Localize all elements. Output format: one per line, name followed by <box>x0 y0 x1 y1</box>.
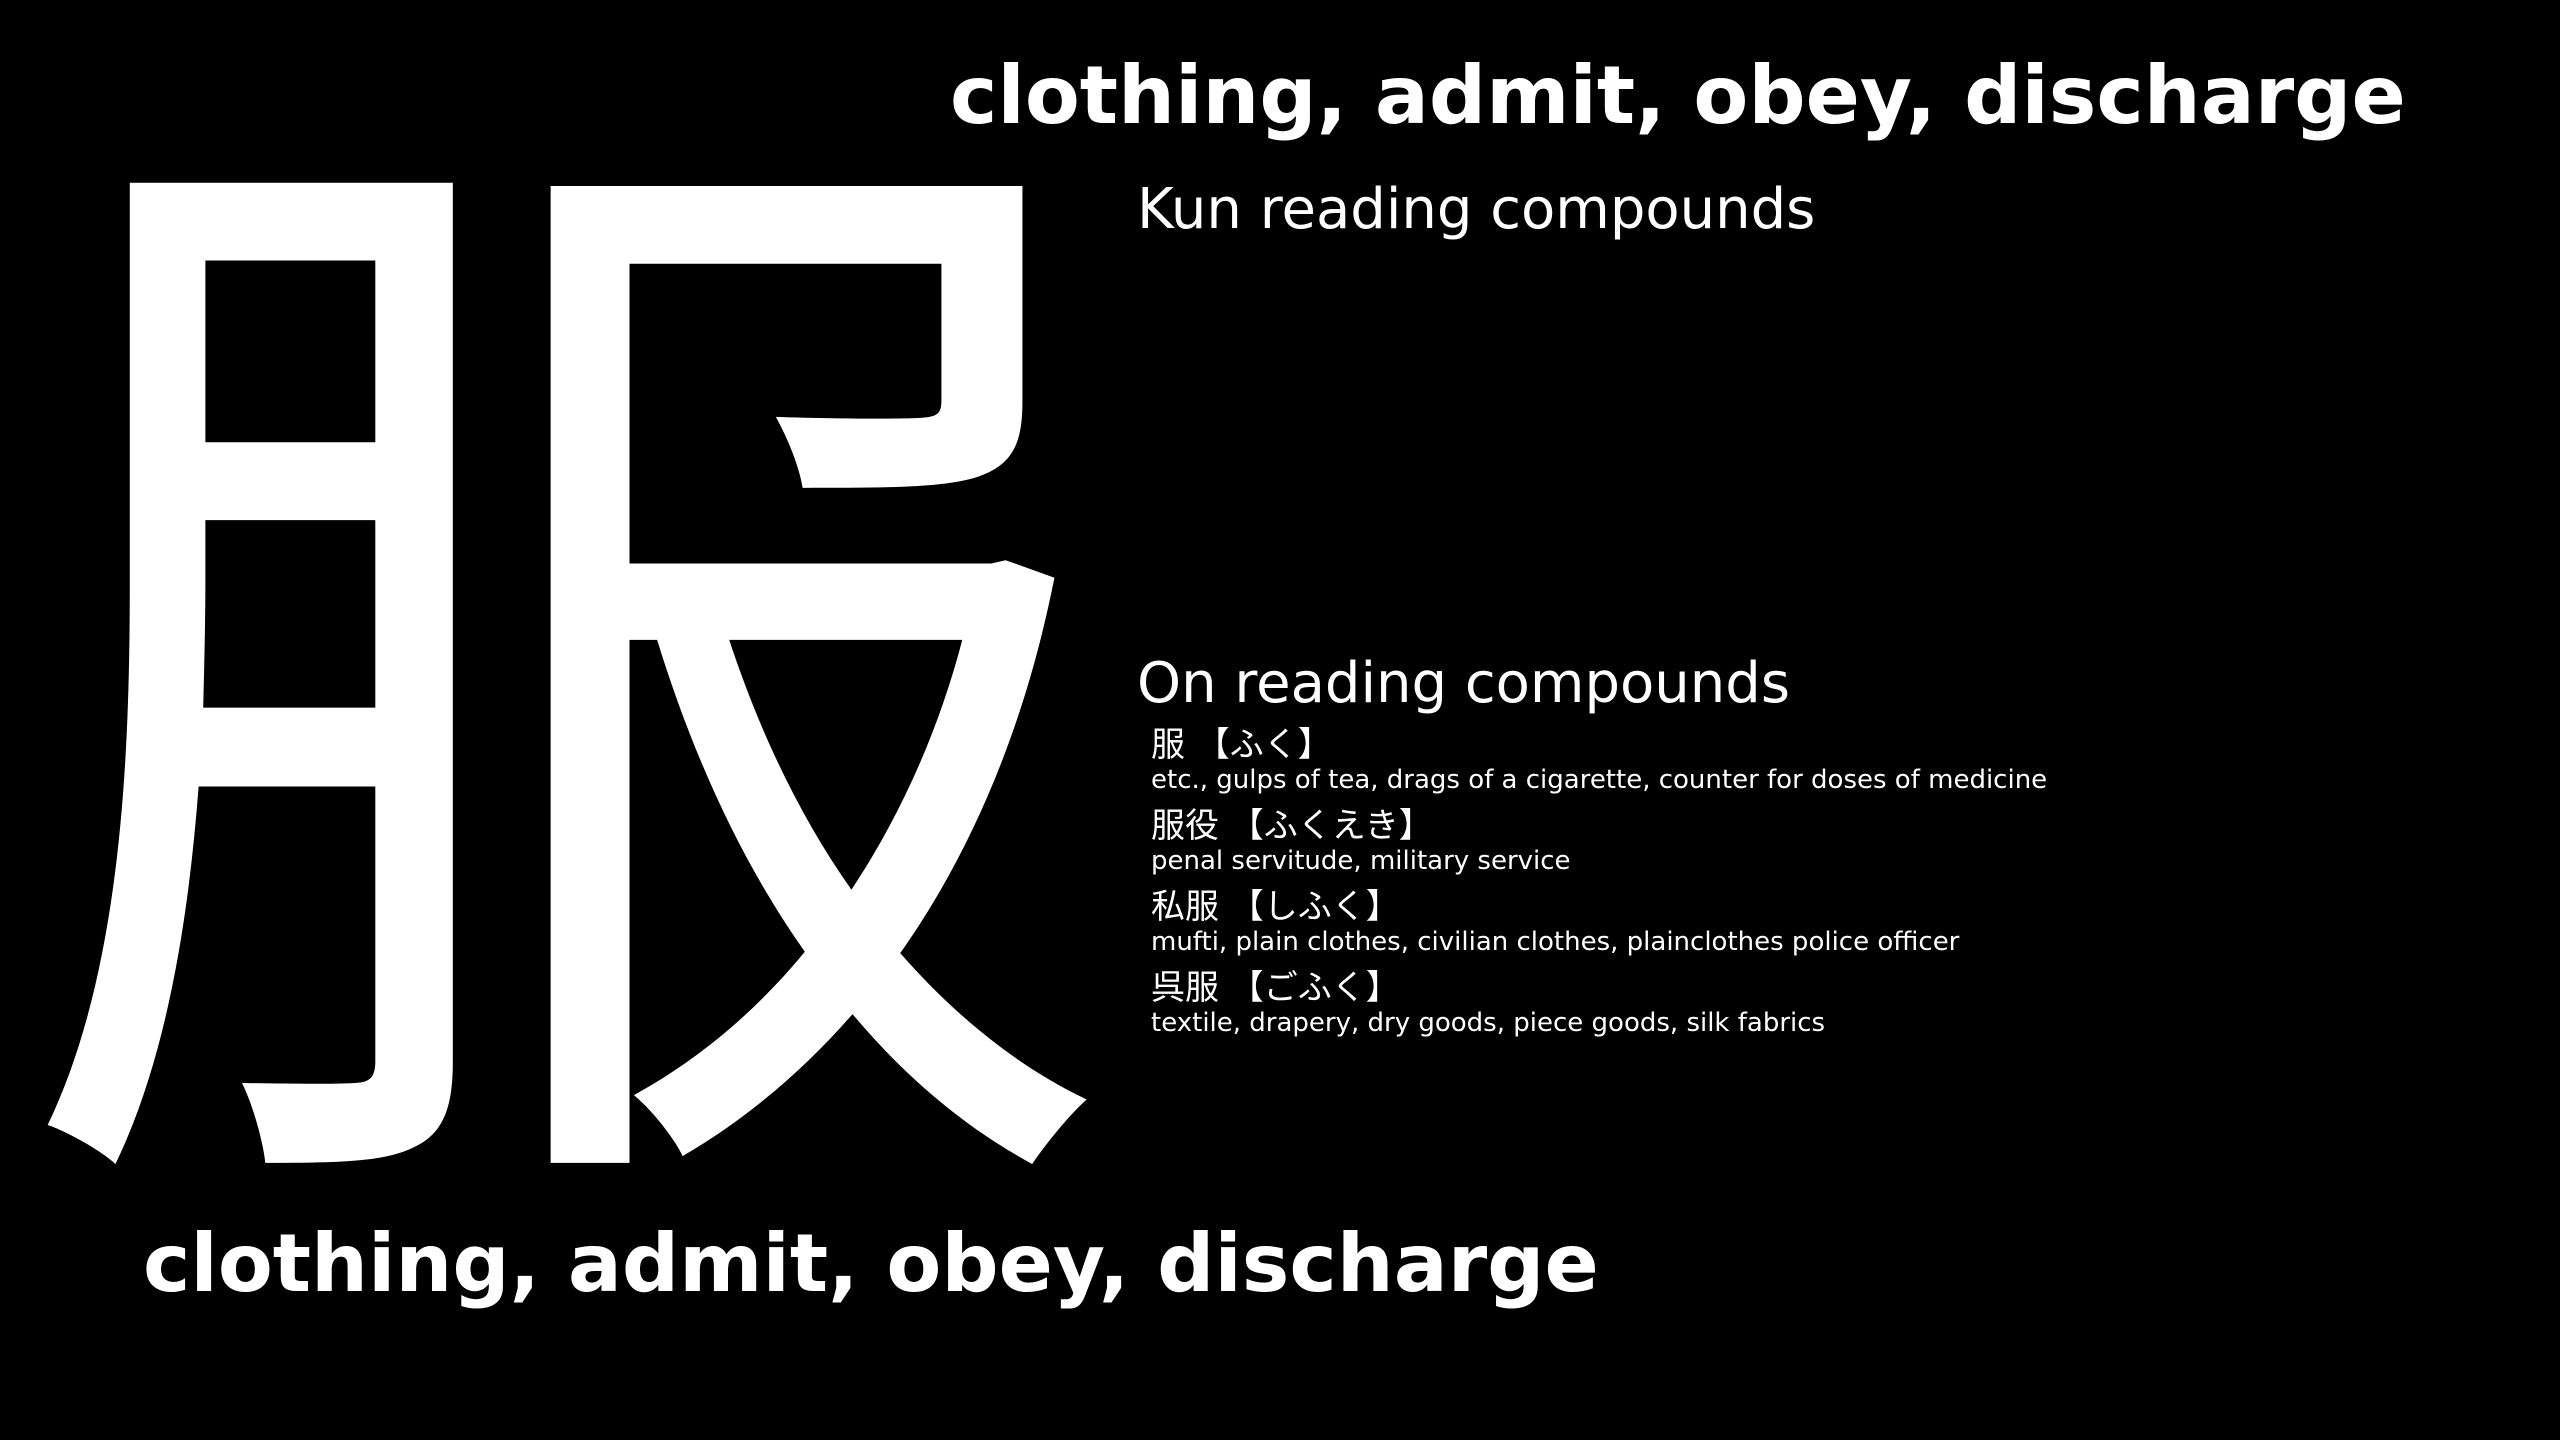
compound-meaning: penal servitude, military service <box>1151 846 1571 876</box>
kanji-character: 服 <box>10 44 1120 1336</box>
kun-reading-heading: Kun reading compounds <box>1137 177 1816 242</box>
compound-item: 私服 【しふく】 mufti, plain clothes, civilian … <box>1151 884 2451 965</box>
on-reading-heading: On reading compounds <box>1137 651 1790 716</box>
compound-item: 呉服 【ごふく】 textile, drapery, dry goods, pi… <box>1151 965 2451 1046</box>
compound-word: 服 【ふく】 <box>1151 725 1332 765</box>
on-compound-list: 服 【ふく】 etc., gulps of tea, drags of a ci… <box>1151 722 2451 1046</box>
compound-word: 服役 【ふくえき】 <box>1151 806 1433 846</box>
kanji-meanings-bottom: clothing, admit, obey, discharge <box>143 1217 1599 1310</box>
compound-item: 服 【ふく】 etc., gulps of tea, drags of a ci… <box>1151 722 2451 803</box>
compound-meaning: textile, drapery, dry goods, piece goods… <box>1151 1008 1826 1038</box>
compound-word: 私服 【しふく】 <box>1151 887 1400 927</box>
kanji-meanings-top: clothing, admit, obey, discharge <box>950 49 2406 142</box>
compound-word: 呉服 【ごふく】 <box>1151 968 1400 1008</box>
compound-item: 服役 【ふくえき】 penal servitude, military serv… <box>1151 803 2451 884</box>
compound-meaning: mufti, plain clothes, civilian clothes, … <box>1151 927 1960 957</box>
compound-meaning: etc., gulps of tea, drags of a cigarette… <box>1151 765 2048 795</box>
